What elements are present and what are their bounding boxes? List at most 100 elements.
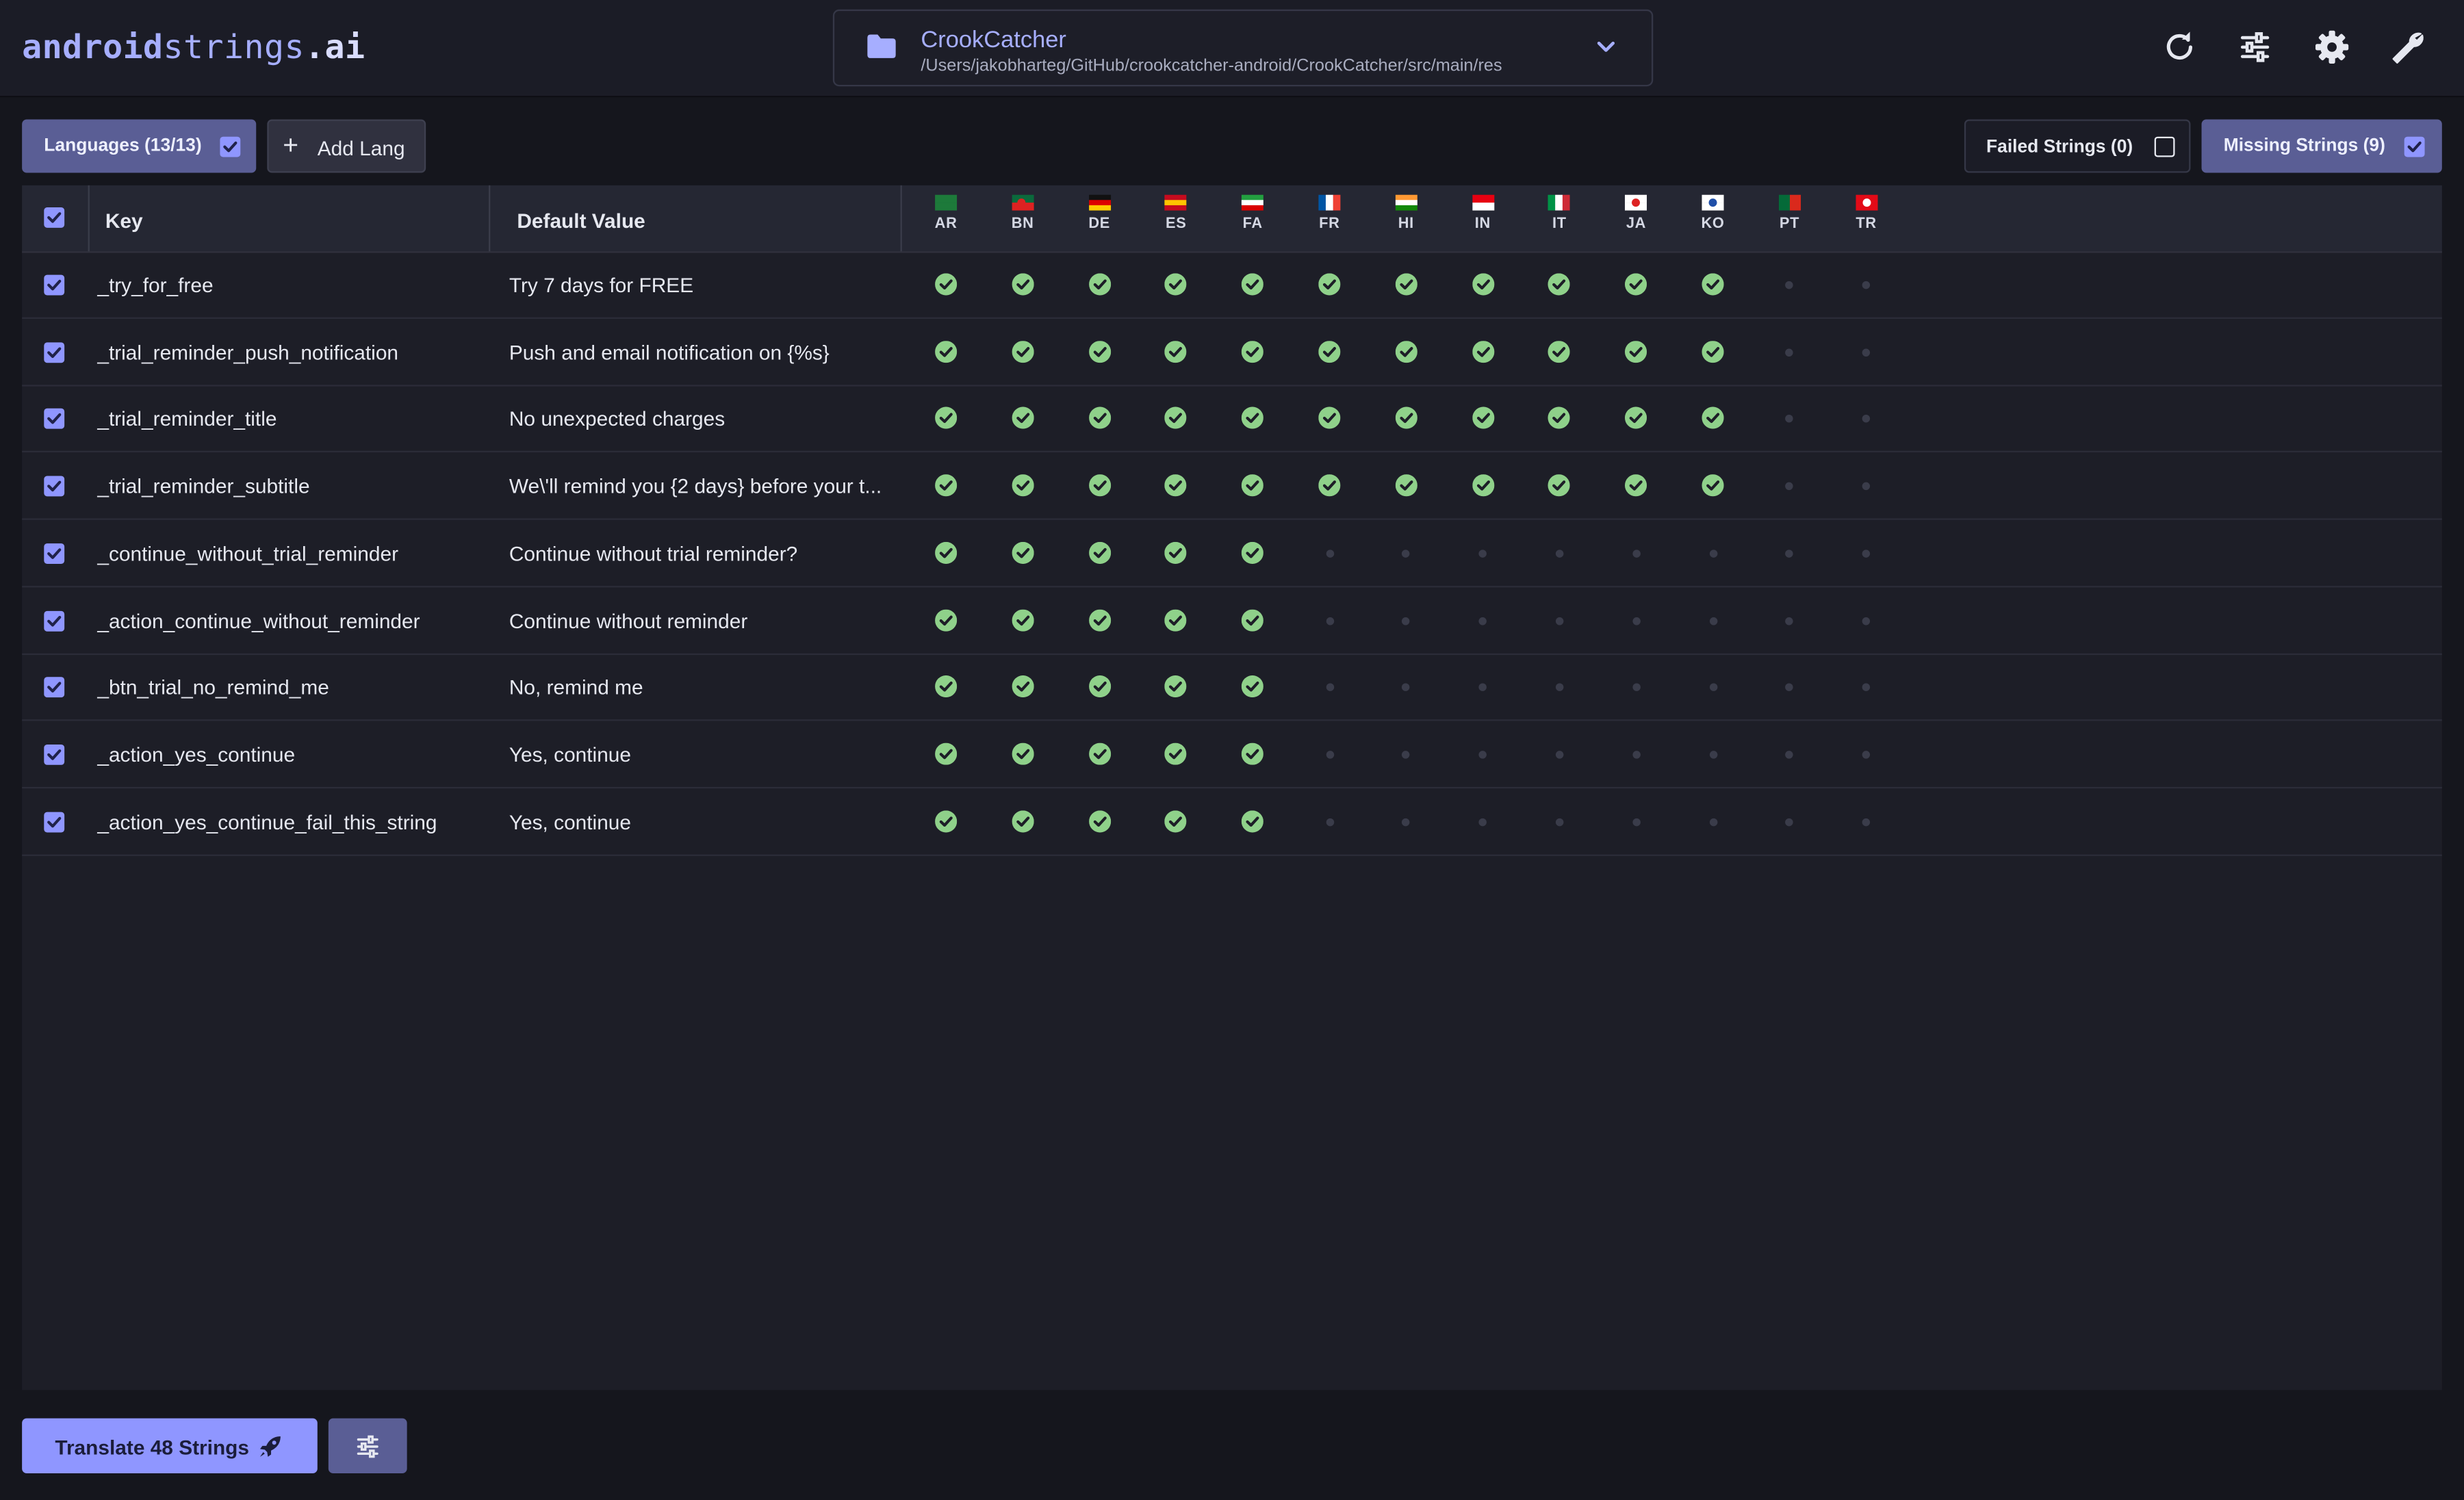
language-column-header[interactable]: HI [1374,194,1437,233]
default-value-column-header[interactable]: Default Value [517,209,645,232]
default-value[interactable]: No, remind me [509,675,894,699]
translated-check-icon[interactable] [1702,273,1724,296]
missing-translation-dot[interactable] [1862,281,1871,289]
translated-check-icon[interactable] [1165,407,1188,430]
language-column-header[interactable]: FR [1298,194,1361,233]
translated-check-icon[interactable] [1088,608,1111,631]
missing-translation-dot[interactable] [1325,817,1334,826]
language-column-header[interactable]: IT [1528,194,1591,233]
missing-translation-dot[interactable] [1402,750,1411,759]
translated-check-icon[interactable] [1395,407,1417,430]
translated-check-icon[interactable] [1242,810,1264,832]
translated-check-icon[interactable] [1165,340,1188,363]
missing-translation-dot[interactable] [1785,616,1794,625]
language-column-header[interactable]: JA [1605,194,1668,233]
table-row[interactable]: _trial_reminder_title No unexpected charg… [22,385,2442,453]
sliders-icon[interactable] [2236,28,2274,66]
missing-translation-dot[interactable] [1708,549,1717,558]
translated-check-icon[interactable] [1088,273,1111,296]
row-checkbox[interactable] [44,409,65,430]
missing-translation-dot[interactable] [1785,750,1794,759]
missing-translation-dot[interactable] [1708,616,1717,625]
missing-translation-dot[interactable] [1402,683,1411,692]
translated-check-icon[interactable] [1012,810,1034,832]
translated-check-icon[interactable] [1012,608,1034,631]
row-checkbox[interactable] [44,610,65,631]
translated-check-icon[interactable] [1012,273,1034,296]
missing-translation-dot[interactable] [1862,616,1871,625]
translated-check-icon[interactable] [1702,474,1724,497]
translated-check-icon[interactable] [1395,273,1417,296]
missing-translation-dot[interactable] [1862,549,1871,558]
language-column-header[interactable]: DE [1068,194,1131,233]
translated-check-icon[interactable] [1165,608,1188,631]
translated-check-icon[interactable] [1165,541,1188,564]
missing-translation-dot[interactable] [1632,817,1641,826]
translated-check-icon[interactable] [1012,742,1034,765]
translated-check-icon[interactable] [1012,675,1034,698]
translated-check-icon[interactable] [1702,407,1724,430]
missing-translation-dot[interactable] [1325,616,1334,625]
missing-strings-filter[interactable]: Missing Strings (9) [2201,119,2442,173]
translated-check-icon[interactable] [935,608,958,631]
missing-translation-dot[interactable] [1555,549,1564,558]
missing-strings-checkbox[interactable] [2404,136,2425,157]
translated-check-icon[interactable] [1625,407,1647,430]
translated-check-icon[interactable] [1702,340,1724,363]
translated-check-icon[interactable] [935,742,958,765]
translated-check-icon[interactable] [1242,675,1264,698]
translated-check-icon[interactable] [1088,407,1111,430]
missing-translation-dot[interactable] [1862,750,1871,759]
translated-check-icon[interactable] [935,407,958,430]
translated-check-icon[interactable] [935,541,958,564]
refresh-icon[interactable] [2161,28,2198,66]
missing-translation-dot[interactable] [1478,549,1487,558]
language-column-header[interactable]: IN [1451,194,1514,233]
missing-translation-dot[interactable] [1862,348,1871,357]
column-divider[interactable] [489,185,491,252]
translated-check-icon[interactable] [935,810,958,832]
languages-filter-button[interactable]: Languages (13/13) [22,119,257,173]
gear-icon[interactable] [2313,28,2351,66]
missing-translation-dot[interactable] [1325,549,1334,558]
translated-check-icon[interactable] [1242,474,1264,497]
missing-translation-dot[interactable] [1785,415,1794,424]
missing-translation-dot[interactable] [1478,817,1487,826]
translated-check-icon[interactable] [1242,407,1264,430]
translated-check-icon[interactable] [1088,474,1111,497]
missing-translation-dot[interactable] [1555,817,1564,826]
translated-check-icon[interactable] [1242,541,1264,564]
default-value[interactable]: We\'ll remind you {2 days} before your t… [509,474,894,497]
translated-check-icon[interactable] [1472,407,1494,430]
translated-check-icon[interactable] [935,340,958,363]
missing-translation-dot[interactable] [1555,683,1564,692]
table-row[interactable]: _try_for_free Try 7 days for FREE [22,251,2442,319]
wrench-icon[interactable] [2389,28,2426,66]
translated-check-icon[interactable] [1395,340,1417,363]
translated-check-icon[interactable] [1012,407,1034,430]
missing-translation-dot[interactable] [1862,817,1871,826]
missing-translation-dot[interactable] [1862,415,1871,424]
default-value[interactable]: Yes, continue [509,810,894,833]
missing-translation-dot[interactable] [1862,683,1871,692]
translated-check-icon[interactable] [1318,407,1341,430]
translated-check-icon[interactable] [1088,742,1111,765]
table-row[interactable]: _trial_reminder_push_notification Push an… [22,318,2442,386]
translate-options-button[interactable] [328,1418,407,1473]
default-value[interactable]: No unexpected charges [509,407,894,430]
missing-translation-dot[interactable] [1478,616,1487,625]
translated-check-icon[interactable] [1625,273,1647,296]
translated-check-icon[interactable] [1242,340,1264,363]
translated-check-icon[interactable] [1088,340,1111,363]
translated-check-icon[interactable] [1548,340,1571,363]
missing-translation-dot[interactable] [1402,616,1411,625]
default-value[interactable]: Continue without reminder [509,608,894,632]
missing-translation-dot[interactable] [1708,683,1717,692]
translated-check-icon[interactable] [935,675,958,698]
chevron-down-icon[interactable] [1595,36,1617,58]
language-column-header[interactable]: PT [1758,194,1821,233]
missing-translation-dot[interactable] [1785,549,1794,558]
row-checkbox[interactable] [44,811,65,832]
missing-translation-dot[interactable] [1632,750,1641,759]
language-column-header[interactable]: TR [1835,194,1898,233]
